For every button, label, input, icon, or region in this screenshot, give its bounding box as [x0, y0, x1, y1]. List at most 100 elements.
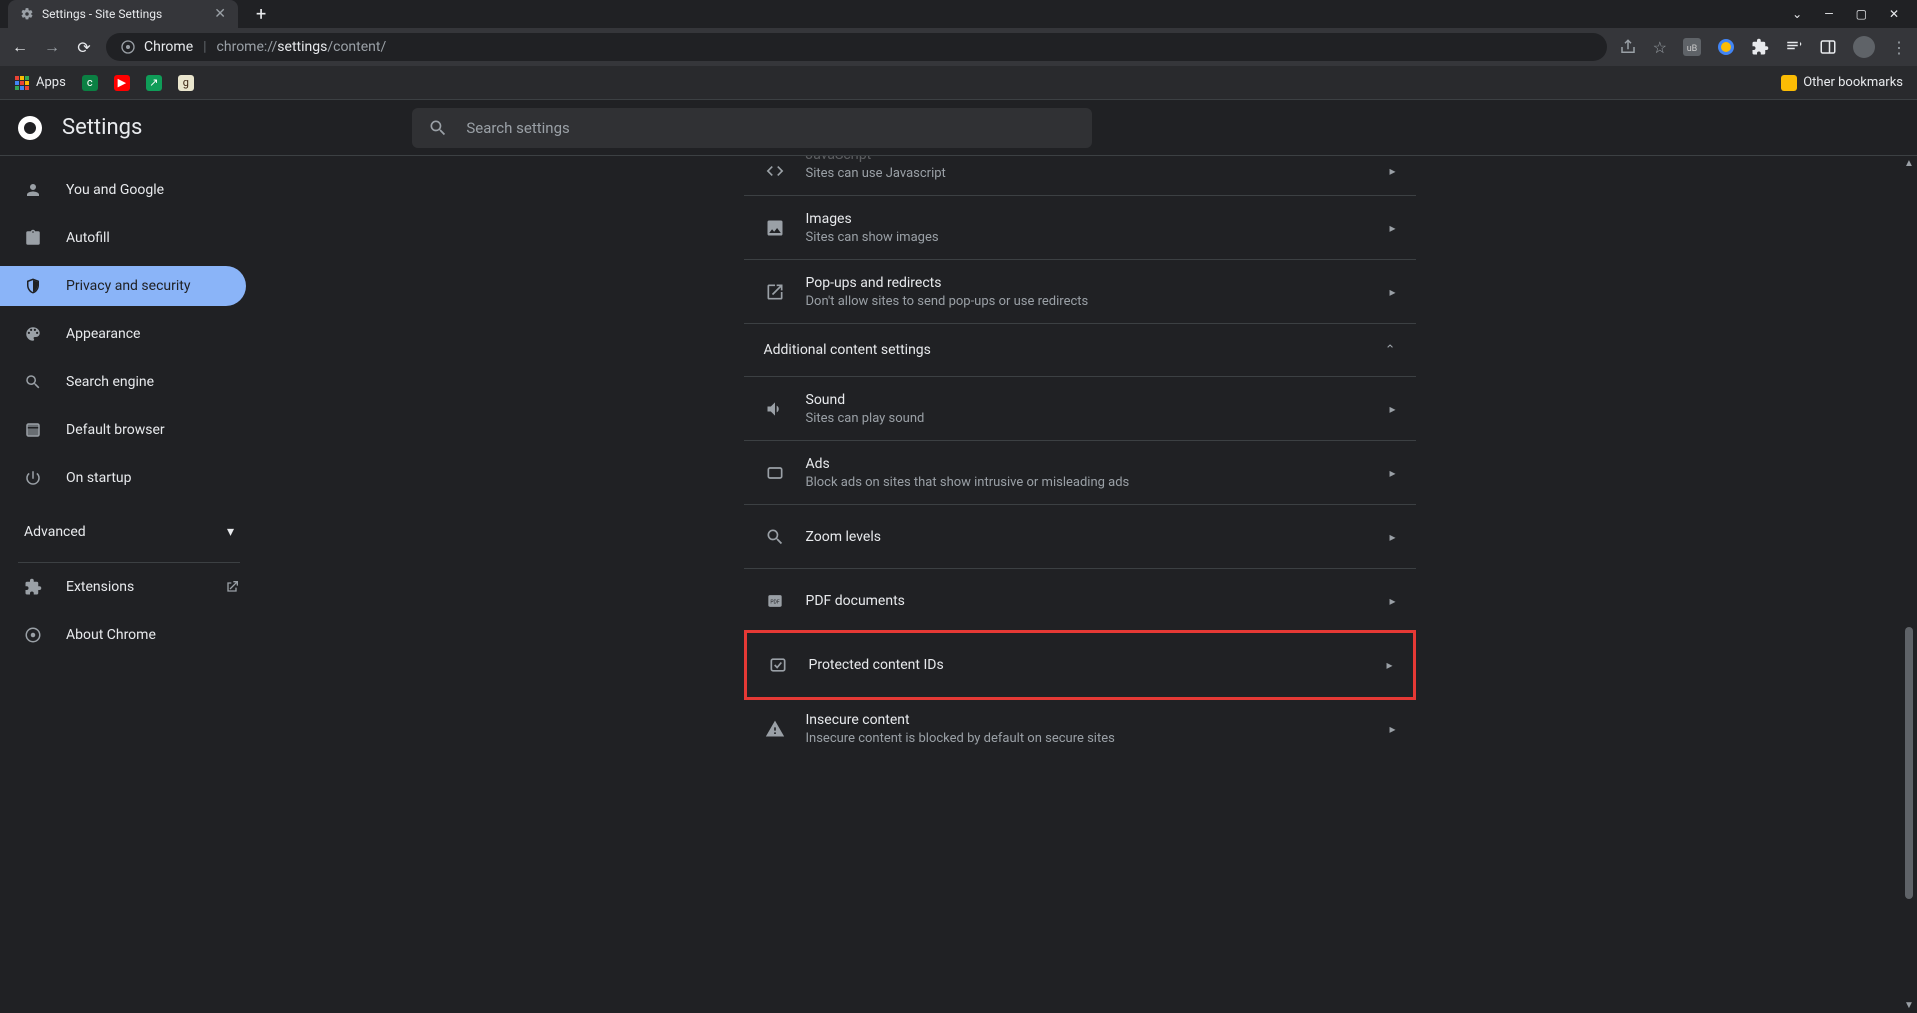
extension-ublock-icon[interactable]: uB	[1683, 38, 1701, 56]
close-icon[interactable]: ✕	[214, 6, 226, 22]
sidebar-item-default-browser[interactable]: Default browser	[0, 410, 246, 450]
search-icon	[24, 373, 44, 391]
reload-icon[interactable]: ⟳	[74, 38, 94, 57]
bookmark-icon-youtube[interactable]: ▶	[114, 75, 130, 91]
setting-row-sound[interactable]: Sound Sites can play sound ▸	[744, 377, 1416, 441]
chevron-right-icon: ▸	[1389, 530, 1395, 544]
avatar[interactable]	[1853, 36, 1875, 58]
svg-text:uB: uB	[1687, 44, 1698, 54]
sidebar-item-label: Appearance	[66, 326, 140, 342]
scrollbar-thumb[interactable]	[1905, 627, 1913, 899]
sidebar-item-label: Privacy and security	[66, 278, 190, 294]
setting-row-images[interactable]: Images Sites can show images ▸	[744, 196, 1416, 260]
row-title: JavaScript	[806, 156, 1370, 163]
setting-row-ads[interactable]: Ads Block ads on sites that show intrusi…	[744, 441, 1416, 505]
chevron-right-icon: ▸	[1389, 722, 1395, 736]
shield-icon	[24, 277, 44, 295]
forward-icon[interactable]: →	[42, 37, 62, 57]
sidebar-item-privacy[interactable]: Privacy and security	[0, 266, 246, 306]
other-bookmarks-label: Other bookmarks	[1803, 75, 1903, 90]
pdf-icon: PDF	[764, 591, 786, 611]
protected-content-icon	[767, 655, 789, 675]
warning-icon	[764, 719, 786, 739]
maximize-icon[interactable]: ▢	[1856, 7, 1867, 21]
vertical-scrollbar[interactable]: ▲ ▼	[1903, 160, 1915, 1009]
scroll-down-icon[interactable]: ▼	[1903, 1000, 1915, 1011]
sidebar-item-autofill[interactable]: Autofill	[0, 218, 246, 258]
menu-icon[interactable]: ⋮	[1891, 38, 1907, 57]
scroll-up-icon[interactable]: ▲	[1903, 158, 1915, 169]
sidebar-item-about[interactable]: About Chrome	[0, 615, 246, 655]
row-sub: Block ads on sites that show intrusive o…	[806, 475, 1370, 490]
highlighted-protected-content: Protected content IDs ▸	[744, 630, 1416, 700]
bookmark-star-icon[interactable]: ☆	[1653, 38, 1667, 57]
back-icon[interactable]: ←	[10, 37, 30, 57]
site-info-icon[interactable]: Chrome	[120, 39, 193, 55]
clipboard-icon	[24, 229, 44, 247]
sidebar-item-search-engine[interactable]: Search engine	[0, 362, 246, 402]
new-tab-button[interactable]: +	[256, 4, 266, 25]
sidebar-item-extensions[interactable]: Extensions	[0, 567, 246, 607]
setting-row-popups[interactable]: Pop-ups and redirects Don't allow sites …	[744, 260, 1416, 324]
extensions-icon[interactable]	[1751, 38, 1769, 56]
chrome-logo-icon	[18, 116, 42, 140]
bookmark-icon-goodreads[interactable]: g	[178, 75, 194, 91]
omnibox-url: chrome://settings/content/	[217, 39, 387, 55]
settings-page: Settings Search settings You and Google …	[0, 100, 1917, 1013]
row-title: Insecure content	[806, 712, 1370, 728]
row-title: Images	[806, 211, 1370, 227]
sidebar-item-appearance[interactable]: Appearance	[0, 314, 246, 354]
chevron-right-icon: ▸	[1389, 466, 1395, 480]
omnibox[interactable]: Chrome | chrome://settings/content/	[106, 33, 1607, 61]
row-sub: Insecure content is blocked by default o…	[806, 731, 1370, 746]
close-window-icon[interactable]: ✕	[1889, 7, 1899, 21]
row-title: Ads	[806, 456, 1370, 472]
search-icon	[428, 118, 448, 138]
sidepanel-icon[interactable]	[1819, 38, 1837, 56]
chevron-right-icon: ▸	[1389, 164, 1395, 178]
section-additional-content[interactable]: Additional content settings ⌃	[744, 324, 1416, 377]
row-title: PDF documents	[806, 593, 1370, 609]
chevron-right-icon: ▸	[1389, 221, 1395, 235]
chevron-right-icon: ▸	[1389, 594, 1395, 608]
other-bookmarks[interactable]: Other bookmarks	[1781, 75, 1903, 91]
minimize-icon[interactable]: ―	[1824, 7, 1833, 21]
row-title: Zoom levels	[806, 529, 1370, 545]
search-settings[interactable]: Search settings	[412, 108, 1092, 148]
browser-icon	[24, 421, 44, 439]
sidebar-item-label: On startup	[66, 470, 132, 486]
sidebar: You and Google Autofill Privacy and secu…	[0, 156, 258, 1013]
chevron-right-icon: ▸	[1389, 402, 1395, 416]
extension-color-icon[interactable]	[1717, 38, 1735, 56]
setting-row-protected-content[interactable]: Protected content IDs ▸	[747, 633, 1413, 697]
reading-list-icon[interactable]	[1785, 38, 1803, 56]
sidebar-item-on-startup[interactable]: On startup	[0, 458, 246, 498]
page-title: Settings	[62, 115, 142, 140]
sidebar-advanced[interactable]: Advanced ▾	[0, 512, 258, 552]
power-icon	[24, 469, 44, 487]
sidebar-item-label: Search engine	[66, 374, 154, 390]
chevron-right-icon: ▸	[1386, 658, 1392, 672]
bookmark-icon-3[interactable]: ↗	[146, 75, 162, 91]
browser-tab[interactable]: Settings - Site Settings ✕	[8, 0, 238, 28]
window-controls: ⌄ ― ▢ ✕	[1792, 7, 1917, 21]
image-icon	[764, 218, 786, 238]
share-icon[interactable]	[1619, 38, 1637, 56]
sidebar-item-you-and-google[interactable]: You and Google	[0, 170, 246, 210]
setting-row-insecure[interactable]: Insecure content Insecure content is blo…	[744, 697, 1416, 761]
page-header: Settings Search settings	[0, 100, 1917, 156]
palette-icon	[24, 325, 44, 343]
setting-row-zoom[interactable]: Zoom levels ▸	[744, 505, 1416, 569]
setting-row-javascript[interactable]: JavaScript Sites can use Javascript ▸	[744, 156, 1416, 196]
chevron-down-icon: ▾	[227, 524, 234, 540]
titlebar: Settings - Site Settings ✕ + ⌄ ― ▢ ✕	[0, 0, 1917, 28]
apps-label: Apps	[36, 75, 66, 90]
bookmarks-bar: Apps c ▶ ↗ g Other bookmarks	[0, 66, 1917, 100]
folder-icon	[1781, 75, 1797, 91]
bookmark-icon-1[interactable]: c	[82, 75, 98, 91]
chevron-down-icon[interactable]: ⌄	[1792, 7, 1802, 21]
sound-icon	[764, 399, 786, 419]
setting-row-pdf[interactable]: PDF PDF documents ▸	[744, 569, 1416, 633]
apps-shortcut[interactable]: Apps	[14, 75, 66, 91]
settings-panel: JavaScript Sites can use Javascript ▸ Im…	[744, 156, 1416, 761]
